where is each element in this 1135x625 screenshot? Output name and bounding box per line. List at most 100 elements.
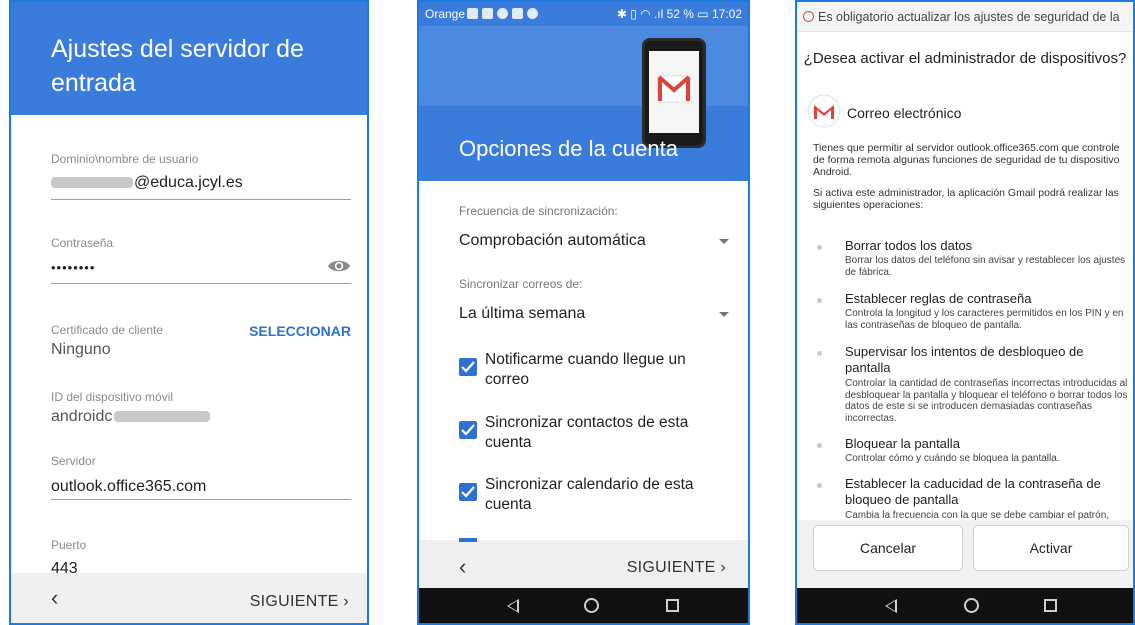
bullet (817, 483, 822, 488)
sync-mail-range-dropdown[interactable]: Sincronizar correos de: La última semana (459, 277, 729, 327)
checkbox-label: Notificarme cuando llegue un correo (485, 351, 686, 388)
device-id-value: androidc (51, 408, 113, 425)
page-title: Opciones de la cuenta (459, 136, 678, 161)
bullet (817, 443, 822, 448)
notification-icons (467, 8, 538, 19)
account-options-screen: Orange ✱ ▯ ◠ .ıl 52 % ▭ 17:02 Opciones d… (417, 0, 750, 625)
notification-icon (467, 8, 478, 19)
nav-back-icon[interactable] (885, 599, 897, 613)
dialog-title: ¿Desea activar el administrador de dispo… (803, 50, 1127, 67)
username-domain: @educa.jcyl.es (134, 174, 243, 191)
permission-desc: Cambia la frecuencia con la que se debe … (845, 510, 1110, 520)
checkbox-checked-icon[interactable] (459, 421, 477, 439)
dropdown-label: Frecuencia de sincronización: (459, 204, 618, 218)
header: Ajustes del servidor de entrada (11, 2, 367, 115)
permission-title: Establecer la caducidad de la contraseña… (845, 476, 1101, 507)
gmail-logo-icon (657, 75, 691, 103)
checkbox-checked-icon[interactable] (459, 483, 477, 501)
status-bar: Orange ✱ ▯ ◠ .ıl 52 % ▭ 17:02 (419, 2, 748, 26)
carrier-name: Orange (425, 7, 466, 21)
checkbox-label: Sincronizar calendario de esta cuenta (485, 476, 694, 513)
redacted-username (51, 177, 133, 189)
permission-title: Bloquear la pantalla (845, 436, 960, 451)
nav-home-icon[interactable] (584, 598, 599, 613)
bottom-bar: ‹ SIGUIENTE › (419, 538, 748, 594)
certificate-value: Ninguno (51, 341, 111, 358)
dialog-buttons: Cancelar Activar (797, 520, 1133, 594)
dropdown-arrow-icon (719, 239, 729, 244)
sync-calendar-checkbox[interactable]: Sincronizar calendario de esta cuenta (459, 475, 729, 517)
permission-password-expiry: Establecer la caducidad de la contraseña… (817, 476, 1127, 520)
incoming-server-settings-screen: Ajustes del servidor de entrada Dominio\… (9, 0, 369, 625)
mail-icon (512, 8, 523, 19)
status-right: ✱ ▯ ◠ .ıl 52 % ▭ 17:02 (616, 7, 742, 21)
gmail-logo-icon (807, 94, 841, 128)
permission-title: Establecer reglas de contraseña (845, 291, 1032, 306)
notify-new-mail-checkbox[interactable]: Notificarme cuando llegue un correo (459, 350, 729, 392)
show-password-icon[interactable] (327, 257, 351, 275)
checkbox-checked-icon[interactable] (459, 358, 477, 376)
sync-frequency-dropdown[interactable]: Frecuencia de sincronización: Comprobaci… (459, 204, 729, 254)
server-value: outlook.office365.com (51, 478, 207, 495)
field-label: Puerto (51, 538, 87, 552)
field-underline (51, 199, 351, 200)
system-navigation-bar (419, 588, 748, 623)
redacted-device-id (114, 411, 211, 423)
next-button[interactable]: SIGUIENTE › (627, 559, 726, 577)
bullet (817, 351, 822, 356)
username-field[interactable]: Dominio\nombre de usuario @educa.jcyl.es (51, 152, 351, 202)
permission-desc: Controlar la cantidad de contraseñas inc… (845, 378, 1128, 424)
dropdown-value: La última semana (459, 305, 586, 322)
permission-desc: Controlar cómo y cuándo se bloquea la pa… (845, 453, 1060, 464)
system-navigation-bar (797, 588, 1133, 623)
field-underline (51, 499, 351, 500)
sync-contacts-checkbox[interactable]: Sincronizar contactos de esta cuenta (459, 413, 729, 455)
notification-banner[interactable]: Es obligatorio actualizar los ajustes de… (797, 2, 1133, 32)
nav-recents-icon[interactable] (1044, 599, 1057, 612)
password-value: •••••••• (51, 260, 96, 275)
notification-text: Es obligatorio actualizar los ajustes de… (818, 10, 1120, 24)
notification-icon (482, 8, 493, 19)
tablet-illustration (642, 38, 706, 148)
nav-back-icon[interactable] (507, 599, 519, 613)
bullet (817, 245, 822, 250)
dropdown-label: Sincronizar correos de: (459, 277, 583, 291)
permission-desc: Controla la longitud y los caracteres pe… (845, 308, 1124, 331)
page-title: Ajustes del servidor de entrada (51, 35, 304, 97)
port-field[interactable]: Puerto 443 (51, 538, 351, 578)
app-name: Correo electrónico (847, 105, 962, 121)
nav-home-icon[interactable] (964, 598, 979, 613)
notification-icon (527, 8, 538, 19)
field-label: Dominio\nombre de usuario (51, 152, 199, 166)
dropdown-value: Comprobación automática (459, 232, 646, 249)
device-admin-dialog-screen: Es obligatorio actualizar los ajustes de… (795, 0, 1135, 625)
bullet (817, 298, 822, 303)
permission-desc: Borrar los datos del teléfono sin avisar… (845, 255, 1126, 278)
device-id-field: ID del dispositivo móvil androidc (51, 390, 351, 430)
notification-icon (497, 8, 508, 19)
dropdown-arrow-icon (719, 312, 729, 317)
activate-button[interactable]: Activar (973, 525, 1129, 571)
server-field[interactable]: Servidor outlook.office365.com (51, 454, 351, 504)
gmail-notification-icon (803, 11, 814, 22)
field-label: ID del dispositivo móvil (51, 390, 174, 404)
password-field[interactable]: Contraseña •••••••• (51, 236, 351, 286)
next-button[interactable]: SIGUIENTE › (250, 593, 349, 611)
intro-text: Tienes que permitir al servidor outlook.… (813, 142, 1120, 178)
partial-checkbox (459, 538, 477, 542)
field-label: Contraseña (51, 236, 114, 250)
field-label: Servidor (51, 454, 96, 468)
header: Opciones de la cuenta (419, 26, 748, 181)
nav-recents-icon[interactable] (666, 599, 679, 612)
permission-title: Supervisar los intentos de desbloqueo de… (845, 344, 1084, 375)
permission-title: Borrar todos los datos (845, 238, 973, 253)
checkbox-label: Sincronizar contactos de esta cuenta (485, 414, 689, 451)
select-certificate-button[interactable]: SELECCIONAR (249, 323, 351, 339)
field-label: Certificado de cliente (51, 323, 164, 337)
bottom-bar: ‹ SIGUIENTE › (11, 573, 367, 623)
back-button[interactable]: ‹ (459, 554, 466, 580)
cancel-button[interactable]: Cancelar (813, 525, 963, 571)
field-underline (51, 283, 351, 284)
intro-text-2: Si activa este administrador, la aplicac… (813, 187, 1119, 211)
back-button[interactable]: ‹ (51, 585, 58, 611)
